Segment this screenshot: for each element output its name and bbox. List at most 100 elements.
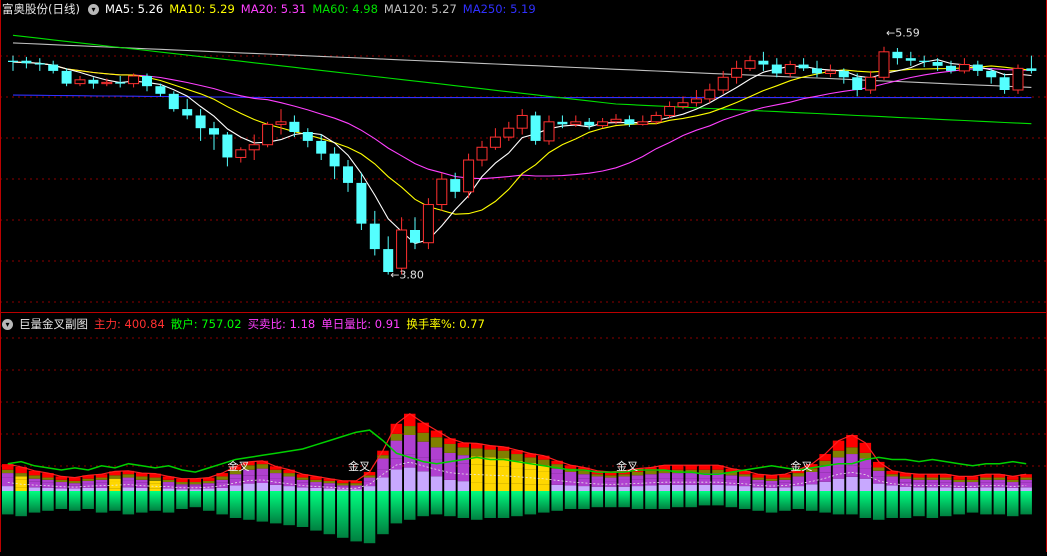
- volume-bar-segment: [444, 479, 456, 491]
- volume-bar-segment: [363, 475, 376, 478]
- volume-bar-segment: [497, 483, 510, 491]
- volume-bar-segment: [886, 476, 898, 481]
- volume-bar-segment: [631, 486, 644, 491]
- volume-bar-segment: [712, 469, 724, 474]
- candle-body: [450, 179, 461, 192]
- volume-bar-segment: [122, 480, 135, 488]
- retail-bar: [524, 491, 537, 515]
- volume-bar-segment: [752, 487, 764, 491]
- volume-bar-segment: [417, 441, 429, 458]
- candle-body: [34, 63, 45, 65]
- volume-bar-segment: [404, 467, 416, 491]
- candle-body: [986, 70, 997, 78]
- volume-bar-segment: [296, 479, 309, 483]
- volume-bar-segment: [873, 476, 885, 484]
- ma60-label: MA60: 4.98: [312, 2, 378, 16]
- retail-bar: [899, 491, 912, 518]
- candle-body: [302, 132, 313, 141]
- volume-bar-segment: [926, 479, 939, 483]
- volume-bar-segment: [832, 478, 845, 491]
- volume-bar-segment: [229, 474, 242, 479]
- volume-bar-segment: [377, 469, 389, 478]
- volume-bar-segment: [564, 485, 577, 491]
- retail-bar: [1007, 491, 1019, 517]
- retail-bar: [846, 491, 858, 515]
- volume-bar-segment: [511, 483, 523, 491]
- volume-bar-segment: [444, 443, 456, 453]
- ma250-label: MA250: 5.19: [462, 2, 536, 16]
- retail-bar: [363, 491, 376, 544]
- retail-bar: [417, 491, 429, 517]
- volume-bar-segment: [1020, 487, 1032, 491]
- volume-bar-segment: [993, 477, 1006, 480]
- volume-bar-segment: [605, 477, 617, 482]
- candle-body: [784, 64, 796, 74]
- chevron-down-icon[interactable]: ▾: [87, 3, 99, 15]
- candle-body: [329, 153, 340, 167]
- volume-bar-segment: [283, 473, 295, 477]
- volume-bar-segment: [712, 484, 724, 491]
- volume-bar-segment: [95, 487, 108, 491]
- candle-body: [422, 204, 434, 244]
- retail-bar: [390, 491, 403, 524]
- volume-bar-segment: [631, 479, 644, 487]
- candle-body: [8, 60, 18, 62]
- candle-body: [838, 70, 849, 78]
- retail-bar: [980, 491, 992, 515]
- retail-bar: [511, 491, 523, 517]
- volume-bar-segment: [42, 487, 54, 491]
- volume-bar-segment: [189, 482, 202, 485]
- ma20-label: MA20: 5.31: [240, 2, 307, 16]
- retail-bar: [578, 491, 590, 509]
- retail-bar: [42, 491, 54, 511]
- volume-bar-segment: [109, 475, 121, 479]
- candle-body: [1026, 68, 1037, 71]
- volume-bar-segment: [176, 485, 188, 490]
- candle-body: [410, 230, 420, 243]
- volume-bar-segment: [712, 478, 724, 485]
- volume-bar-segment: [980, 477, 992, 480]
- retail-bar: [337, 491, 349, 538]
- candle-body: [396, 229, 408, 269]
- candle-body: [101, 81, 113, 85]
- volume-bar-segment: [270, 473, 282, 479]
- volume-bar-segment: [792, 473, 805, 477]
- volume-bar-segment: [993, 487, 1006, 491]
- volume-bar-segment: [162, 479, 175, 483]
- retail-bar: [993, 491, 1006, 515]
- volume-bar-segment: [471, 464, 483, 483]
- ma5-label: MA5: 5.26: [104, 2, 164, 16]
- volume-bar-segment: [109, 488, 121, 491]
- chevron-down-icon[interactable]: ▾: [2, 318, 13, 330]
- candle-body: [463, 159, 475, 193]
- volume-bar-segment: [122, 474, 135, 478]
- volume-bar-segment: [430, 476, 443, 491]
- volume-bar-segment: [1020, 482, 1032, 488]
- main-force-label: 主力: 400.84: [94, 317, 165, 331]
- volume-bar-segment: [136, 479, 148, 483]
- volume-bar-segment: [618, 479, 630, 487]
- volume-bar-segment: [1007, 482, 1019, 485]
- volume-bar-segment: [779, 482, 791, 488]
- candle-body: [624, 119, 635, 125]
- volume-bar-segment: [618, 476, 630, 480]
- candle-body: [21, 60, 32, 64]
- volume-bar-segment: [82, 487, 94, 491]
- volume-bar-segment: [149, 483, 161, 489]
- candle-body: [878, 51, 890, 78]
- volume-bar-segment: [658, 478, 671, 485]
- candle-body: [530, 115, 541, 141]
- volume-bar-segment: [296, 477, 309, 480]
- volume-bar-segment: [296, 487, 309, 491]
- volume-bar-segment: [859, 452, 872, 459]
- volume-bar-segment: [2, 486, 14, 491]
- volume-bar-segment: [377, 458, 389, 470]
- volume-bar-segment: [390, 469, 403, 491]
- volume-bar-segment: [350, 489, 362, 491]
- retail-bar: [698, 491, 711, 506]
- volume-bar-segment: [698, 478, 711, 485]
- volume-bar-segment: [109, 481, 121, 489]
- volume-bar-segment: [404, 426, 416, 435]
- volume-bar-segment: [82, 480, 94, 484]
- buy-sell-ratio-label: 买卖比: 1.18: [247, 317, 316, 331]
